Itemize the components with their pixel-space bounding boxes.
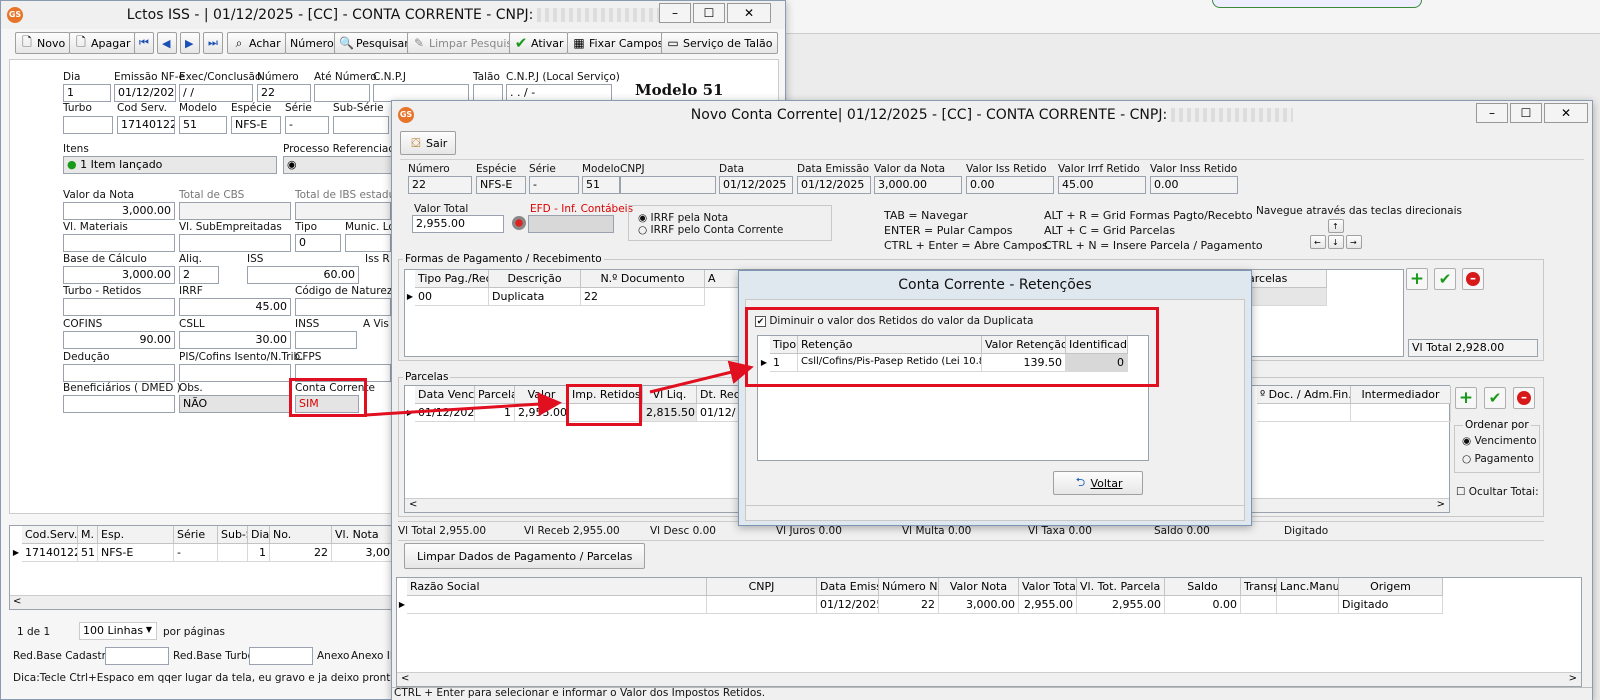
- arrow-retidos-to-dialog: [649, 360, 754, 394]
- arrow-conta-to-retidos: [365, 392, 562, 417]
- annotation-arrows: [365, 360, 754, 417]
